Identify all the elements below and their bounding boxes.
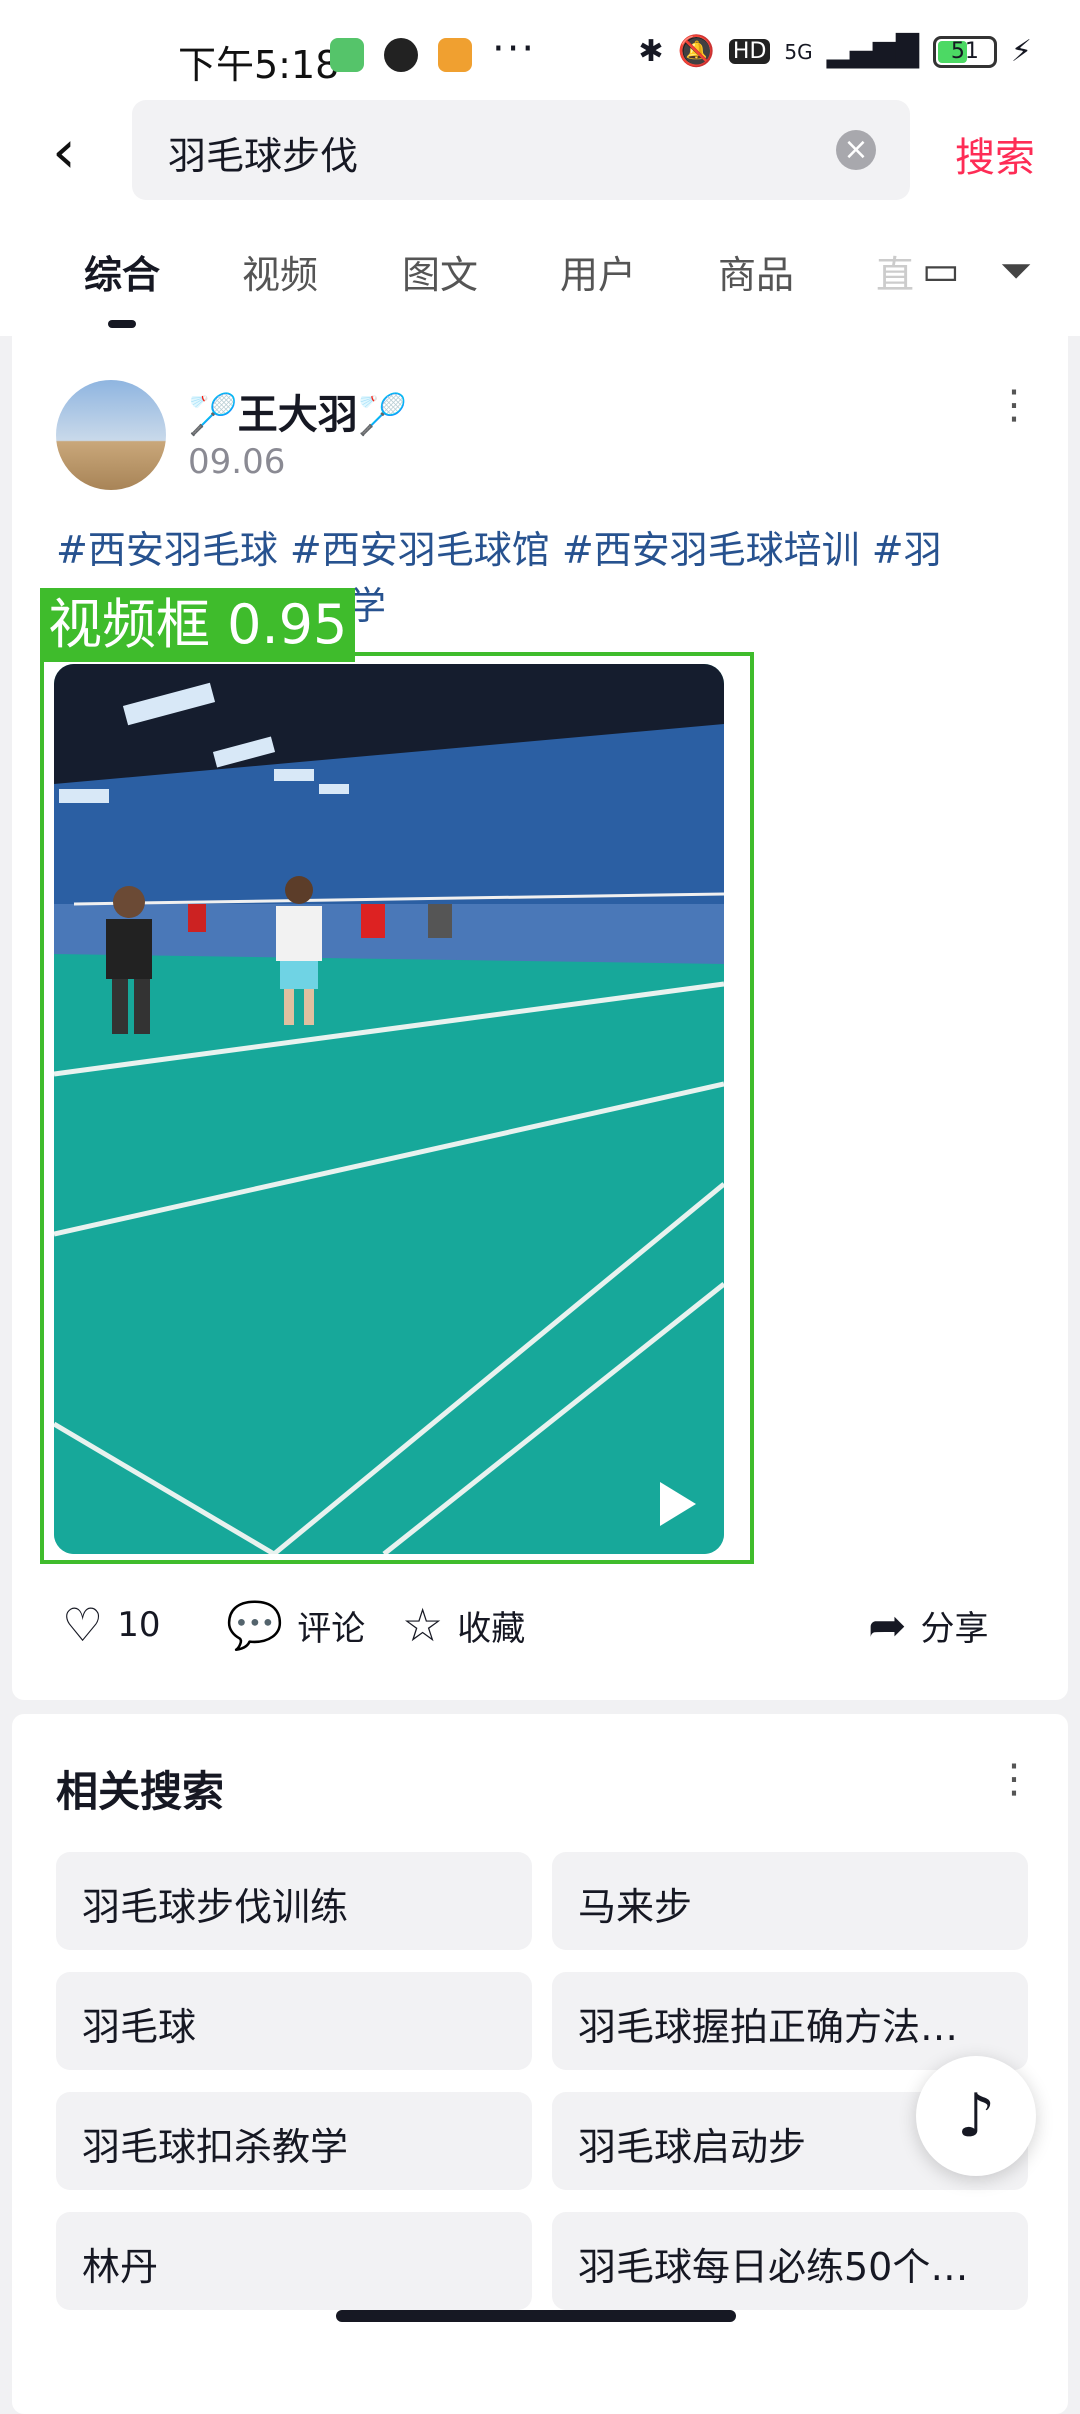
home-indicator[interactable] bbox=[336, 2310, 736, 2322]
related-more-icon[interactable]: ⋮ bbox=[994, 1756, 1034, 1802]
app-notification-icon bbox=[330, 38, 364, 72]
filter-icon[interactable]: ⏷ bbox=[1000, 248, 1032, 294]
back-icon[interactable]: ‹ bbox=[52, 122, 112, 182]
search-bar: ‹ 羽毛球步伐 × 搜索 bbox=[0, 100, 1080, 210]
favorite-label: 收藏 bbox=[457, 1608, 526, 1649]
related-item[interactable]: 马来步 bbox=[552, 1852, 1028, 1950]
share-label: 分享 bbox=[920, 1608, 989, 1649]
mute-icon: 🔕 bbox=[677, 34, 715, 69]
star-icon: ☆ bbox=[402, 1598, 444, 1652]
tab-users[interactable]: 用户 bbox=[560, 244, 636, 299]
layout-toggle-icon[interactable]: ▭ bbox=[922, 248, 960, 294]
related-title: 相关搜索 bbox=[56, 1767, 225, 1816]
like-count: 10 bbox=[117, 1605, 161, 1645]
comment-icon: 💬 bbox=[226, 1598, 284, 1652]
badminton-court-image bbox=[54, 664, 724, 1554]
hd-icon: HD bbox=[728, 39, 771, 64]
search-input[interactable]: 羽毛球步伐 × bbox=[132, 100, 910, 200]
hashtags-line-1[interactable]: #西安羽毛球 #西安羽毛球馆 #西安羽毛球培训 #羽 bbox=[56, 522, 1016, 578]
tab-goods[interactable]: 商品 bbox=[718, 244, 794, 299]
post-more-icon[interactable]: ⋮ bbox=[994, 382, 1034, 428]
clear-icon[interactable]: × bbox=[836, 130, 876, 170]
tab-image-text[interactable]: 图文 bbox=[402, 244, 478, 299]
bluetooth-icon: ✱ bbox=[638, 34, 664, 69]
comment-label: 评论 bbox=[297, 1609, 366, 1649]
comment-button[interactable]: 💬 评论 bbox=[226, 1598, 365, 1653]
douyin-float-icon[interactable]: ♪ bbox=[916, 2056, 1036, 2176]
tab-video[interactable]: 视频 bbox=[242, 244, 318, 299]
related-item[interactable]: 羽毛球每日必练50个… bbox=[552, 2212, 1028, 2310]
search-button[interactable]: 搜索 bbox=[955, 125, 1035, 183]
status-app-icons bbox=[330, 38, 472, 72]
post-actions: ♡ 10 💬 评论 ☆ 收藏 ➦ 分享 bbox=[12, 1582, 1068, 1672]
heart-icon: ♡ bbox=[62, 1598, 104, 1652]
play-icon[interactable] bbox=[660, 1482, 696, 1526]
active-tab-indicator bbox=[108, 320, 136, 328]
like-button[interactable]: ♡ 10 bbox=[62, 1598, 161, 1652]
result-tabs: 综合 视频 图文 用户 商品 直 ▭ ⏷ bbox=[0, 210, 1080, 336]
status-bar: 下午5:18 ··· ✱ 🔕 HD 5G ▂▄▆█ 51 ⚡ bbox=[0, 0, 1080, 100]
status-time: 下午5:18 bbox=[178, 43, 340, 87]
signal-icon: ▂▄▆█ bbox=[826, 34, 919, 69]
share-icon: ➦ bbox=[868, 1598, 907, 1652]
post-username[interactable]: 🏸王大羽🏸 bbox=[188, 382, 408, 440]
detection-label: 视频框 0.95 bbox=[40, 588, 356, 662]
network-label: 5G bbox=[784, 39, 813, 64]
charging-icon: ⚡ bbox=[1010, 34, 1032, 69]
related-item[interactable]: 羽毛球 bbox=[56, 1972, 532, 2070]
qq-icon bbox=[384, 38, 418, 72]
related-item[interactable]: 羽毛球步伐训练 bbox=[56, 1852, 532, 1950]
favorite-button[interactable]: ☆ 收藏 bbox=[402, 1598, 525, 1652]
video-thumbnail[interactable] bbox=[54, 664, 724, 1554]
related-item[interactable]: 羽毛球握拍正确方法… bbox=[552, 1972, 1028, 2070]
status-more-dots: ··· bbox=[492, 26, 537, 72]
share-button[interactable]: ➦ 分享 bbox=[868, 1598, 989, 1652]
detection-box bbox=[40, 652, 754, 1564]
battery-icon: 51 bbox=[932, 35, 997, 68]
related-searches: 相关搜索 ⋮ 羽毛球步伐训练 马来步 羽毛球 羽毛球握拍正确方法… 羽毛球扣杀教… bbox=[12, 1714, 1068, 2414]
tab-live[interactable]: 直 bbox=[876, 244, 914, 299]
related-item[interactable]: 林丹 bbox=[56, 2212, 532, 2310]
tab-comprehensive[interactable]: 综合 bbox=[84, 244, 160, 299]
avatar[interactable] bbox=[56, 380, 166, 490]
status-right: ✱ 🔕 HD 5G ▂▄▆█ 51 ⚡ bbox=[638, 34, 1032, 69]
58-icon bbox=[438, 38, 472, 72]
related-item[interactable]: 羽毛球扣杀教学 bbox=[56, 2092, 532, 2190]
post-date: 09.06 bbox=[188, 442, 286, 482]
search-query: 羽毛球步伐 bbox=[168, 134, 359, 178]
post-card: 🏸王大羽🏸 09.06 ⋮ #西安羽毛球 #西安羽毛球馆 #西安羽毛球培训 #羽… bbox=[12, 336, 1068, 1700]
